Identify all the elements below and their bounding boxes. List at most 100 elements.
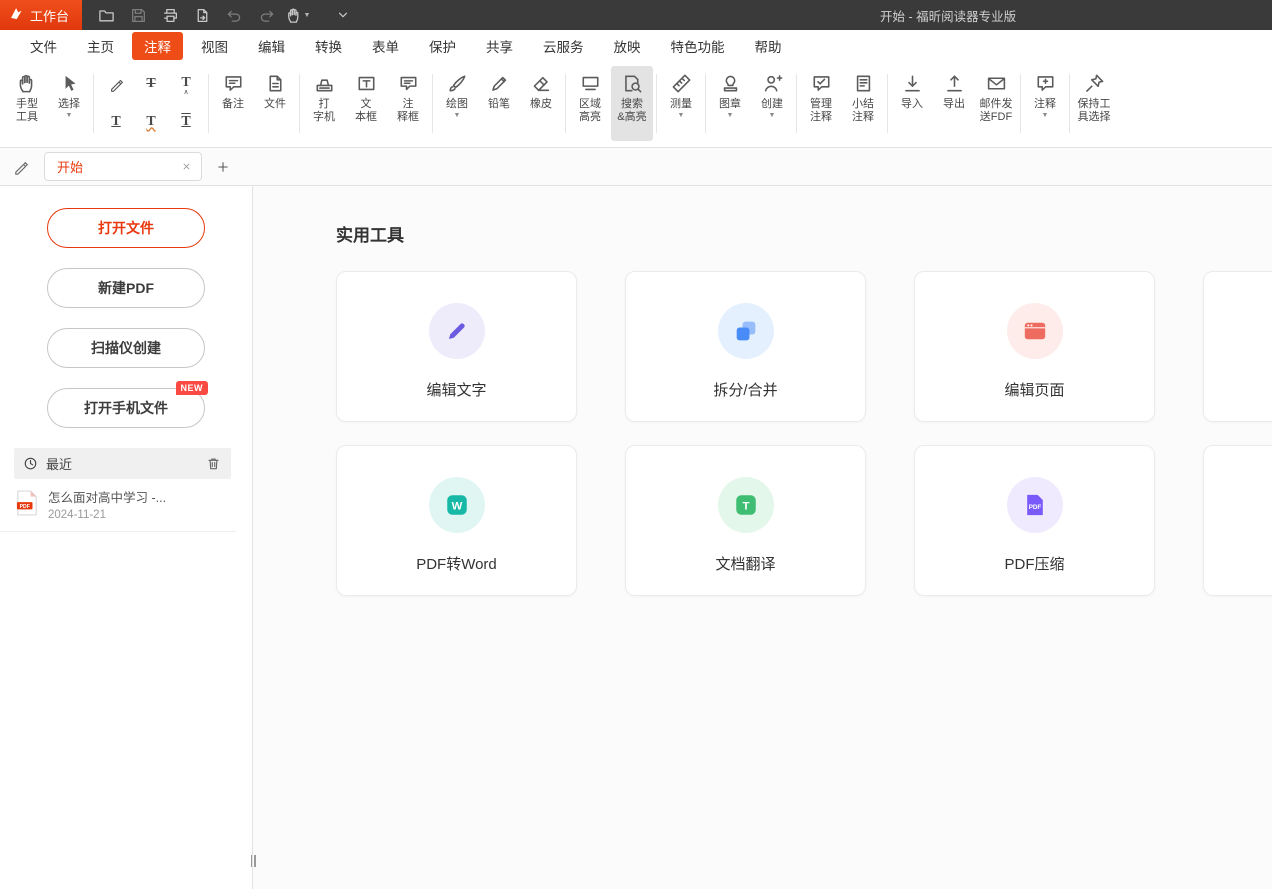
ribbon-tool-铅笔[interactable]: 铅笔 (478, 66, 520, 141)
menu-转换[interactable]: 转换 (300, 32, 357, 60)
collapse-ribbon-button[interactable] (326, 0, 360, 30)
area-highlight-icon (580, 70, 601, 96)
cursor-icon (59, 73, 80, 94)
ribbon-tool-注释框[interactable]: 注 释框 (387, 66, 429, 141)
ribbon-tool-保持工具选择[interactable]: 保持工 具选择 (1073, 66, 1115, 141)
new-tab-button[interactable] (210, 154, 236, 180)
recent-file-item[interactable]: PDF怎么面对高中学习 -...2024-11-21 (0, 479, 236, 532)
ribbon-tool-手型工具[interactable]: 手型 工具 (6, 66, 48, 141)
ribbon-group: 手型 工具选择▼ (6, 66, 90, 141)
chevron-down-icon (335, 7, 351, 23)
menu-主页[interactable]: 主页 (72, 32, 129, 60)
ribbon-separator (656, 74, 657, 133)
ribbon-tool-备注[interactable]: 备注 (212, 66, 254, 141)
ribbon-tool-选择[interactable]: 选择▼ (48, 66, 90, 141)
window-title: 开始 - 福昕阅读器专业版 (880, 0, 1016, 30)
ribbon-tool-导入[interactable]: 导入 (891, 66, 933, 141)
ribbon-tool-label: 注释 (1034, 98, 1056, 111)
print-button[interactable] (154, 0, 186, 30)
menu-特色功能[interactable]: 特色功能 (656, 32, 740, 60)
text-insert-button[interactable]: T∧ (169, 66, 203, 103)
menu-保护[interactable]: 保护 (414, 32, 471, 60)
menu-共享[interactable]: 共享 (471, 32, 528, 60)
translate-icon: T (733, 492, 759, 518)
ribbon-tool-注释[interactable]: 注释▼ (1024, 66, 1066, 141)
ribbon-group: 图章▼创建▼ (709, 66, 793, 141)
ribbon-tool-管理注释[interactable]: 管理 注释 (800, 66, 842, 141)
ribbon-tool-邮件发送FDF[interactable]: 邮件发 送FDF (975, 66, 1017, 141)
tool-card-PDF压缩[interactable]: PDFPDF压缩 (914, 445, 1155, 596)
pdf-file-icon: PDF (16, 490, 38, 516)
close-icon[interactable] (181, 161, 192, 172)
text-squiggly-icon: T (146, 114, 155, 130)
eraser-icon (531, 73, 552, 94)
workspace-button[interactable]: 工作台 (0, 0, 82, 30)
ribbon-tool-创建[interactable]: 创建▼ (751, 66, 793, 141)
tab-start[interactable]: 开始 (44, 152, 202, 181)
search-highlight-icon (622, 70, 643, 96)
tool-card-label: 编辑文字 (426, 379, 486, 400)
ribbon-tool-橡皮[interactable]: 橡皮 (520, 66, 562, 141)
sidebar-button-扫描仪创建[interactable]: 扫描仪创建 (47, 328, 205, 368)
svg-text:PDF: PDF (1028, 504, 1041, 511)
text-strikeout-button[interactable]: T (134, 66, 168, 103)
share-document-button[interactable] (186, 0, 218, 30)
text-replace-button[interactable]: T (169, 104, 203, 141)
save-button[interactable] (122, 0, 154, 30)
menu-视图[interactable]: 视图 (186, 32, 243, 60)
clock-icon (23, 456, 38, 471)
menu-云服务[interactable]: 云服务 (528, 32, 599, 60)
tool-card-partial[interactable] (1203, 271, 1272, 422)
mail-icon (986, 73, 1007, 94)
ribbon-tool-导出[interactable]: 导出 (933, 66, 975, 141)
svg-text:PDF: PDF (20, 504, 30, 510)
ribbon-tool-label: 区域 高亮 (579, 98, 601, 124)
ribbon-group: 注释▼ (1024, 66, 1066, 141)
ribbon-tool-区域高亮[interactable]: 区域 高亮 (569, 66, 611, 141)
tool-card-partial[interactable] (1203, 445, 1272, 596)
tool-card-编辑页面[interactable]: 编辑页面 (914, 271, 1155, 422)
ribbon-tool-文件[interactable]: 文件 (254, 66, 296, 141)
ribbon-tool-图章[interactable]: 图章▼ (709, 66, 751, 141)
tool-card-拆分/合并[interactable]: 拆分/合并 (625, 271, 866, 422)
undo-button[interactable] (218, 0, 250, 30)
menu-文件[interactable]: 文件 (15, 32, 72, 60)
sidebar-button-打开手机文件[interactable]: 打开手机文件NEW (47, 388, 205, 428)
ribbon-toolbar: 手型 工具选择▼TT∧TTT备注文件打 字机文 本框注 释框绘图▼铅笔橡皮区域 … (0, 62, 1272, 148)
open-file-button[interactable] (90, 0, 122, 30)
highlight-pen-button[interactable] (99, 66, 133, 103)
undo-icon (226, 7, 243, 24)
ribbon-tool-小结注释[interactable]: 小结 注释 (842, 66, 884, 141)
draw-icon (447, 73, 468, 94)
ribbon-tool-label: 小结 注释 (852, 98, 874, 124)
hand-mode-button[interactable]: ▼ (282, 0, 314, 30)
menu-帮助[interactable]: 帮助 (740, 32, 797, 60)
ribbon-tool-绘图[interactable]: 绘图▼ (436, 66, 478, 141)
ribbon-tool-测量[interactable]: 测量▼ (660, 66, 702, 141)
ribbon-tool-搜索&高亮[interactable]: 搜索 &高亮 (611, 66, 653, 141)
redo-button[interactable] (250, 0, 282, 30)
menu-表单[interactable]: 表单 (357, 32, 414, 60)
tool-card-文档翻译[interactable]: T文档翻译 (625, 445, 866, 596)
sidebar-resize-handle[interactable] (249, 852, 257, 870)
quick-access-toolbar: ▼ (90, 0, 314, 30)
text-squiggly-button[interactable]: T (134, 104, 168, 141)
sidebar: 打开文件新建PDF扫描仪创建打开手机文件NEW 最近 PDF怎么面对高中学习 -… (0, 186, 253, 889)
export-arrow-icon (944, 73, 965, 94)
menu-编辑[interactable]: 编辑 (243, 32, 300, 60)
ribbon-tool-文本框[interactable]: 文 本框 (345, 66, 387, 141)
ribbon-group: 备注文件 (212, 66, 296, 141)
trash-icon[interactable] (206, 456, 221, 471)
menu-注释[interactable]: 注释 (132, 32, 183, 60)
quick-pen-icon[interactable] (8, 154, 34, 180)
sidebar-button-label: 打开手机文件 (84, 398, 168, 418)
tool-card-编辑文字[interactable]: 编辑文字 (336, 271, 577, 422)
text-underline-button[interactable]: T (99, 104, 133, 141)
sidebar-button-新建PDF[interactable]: 新建PDF (47, 268, 205, 308)
pen-icon (109, 77, 124, 92)
tool-card-PDF转Word[interactable]: WPDF转Word (336, 445, 577, 596)
sidebar-button-打开文件[interactable]: 打开文件 (47, 208, 205, 248)
menu-放映[interactable]: 放映 (599, 32, 656, 60)
ribbon-tool-打字机[interactable]: 打 字机 (303, 66, 345, 141)
app-window: 工作台 ▼ 开始 - 福昕阅读器专业版 文件主页注释视图编辑转换表单保护共享云服… (0, 0, 1272, 889)
